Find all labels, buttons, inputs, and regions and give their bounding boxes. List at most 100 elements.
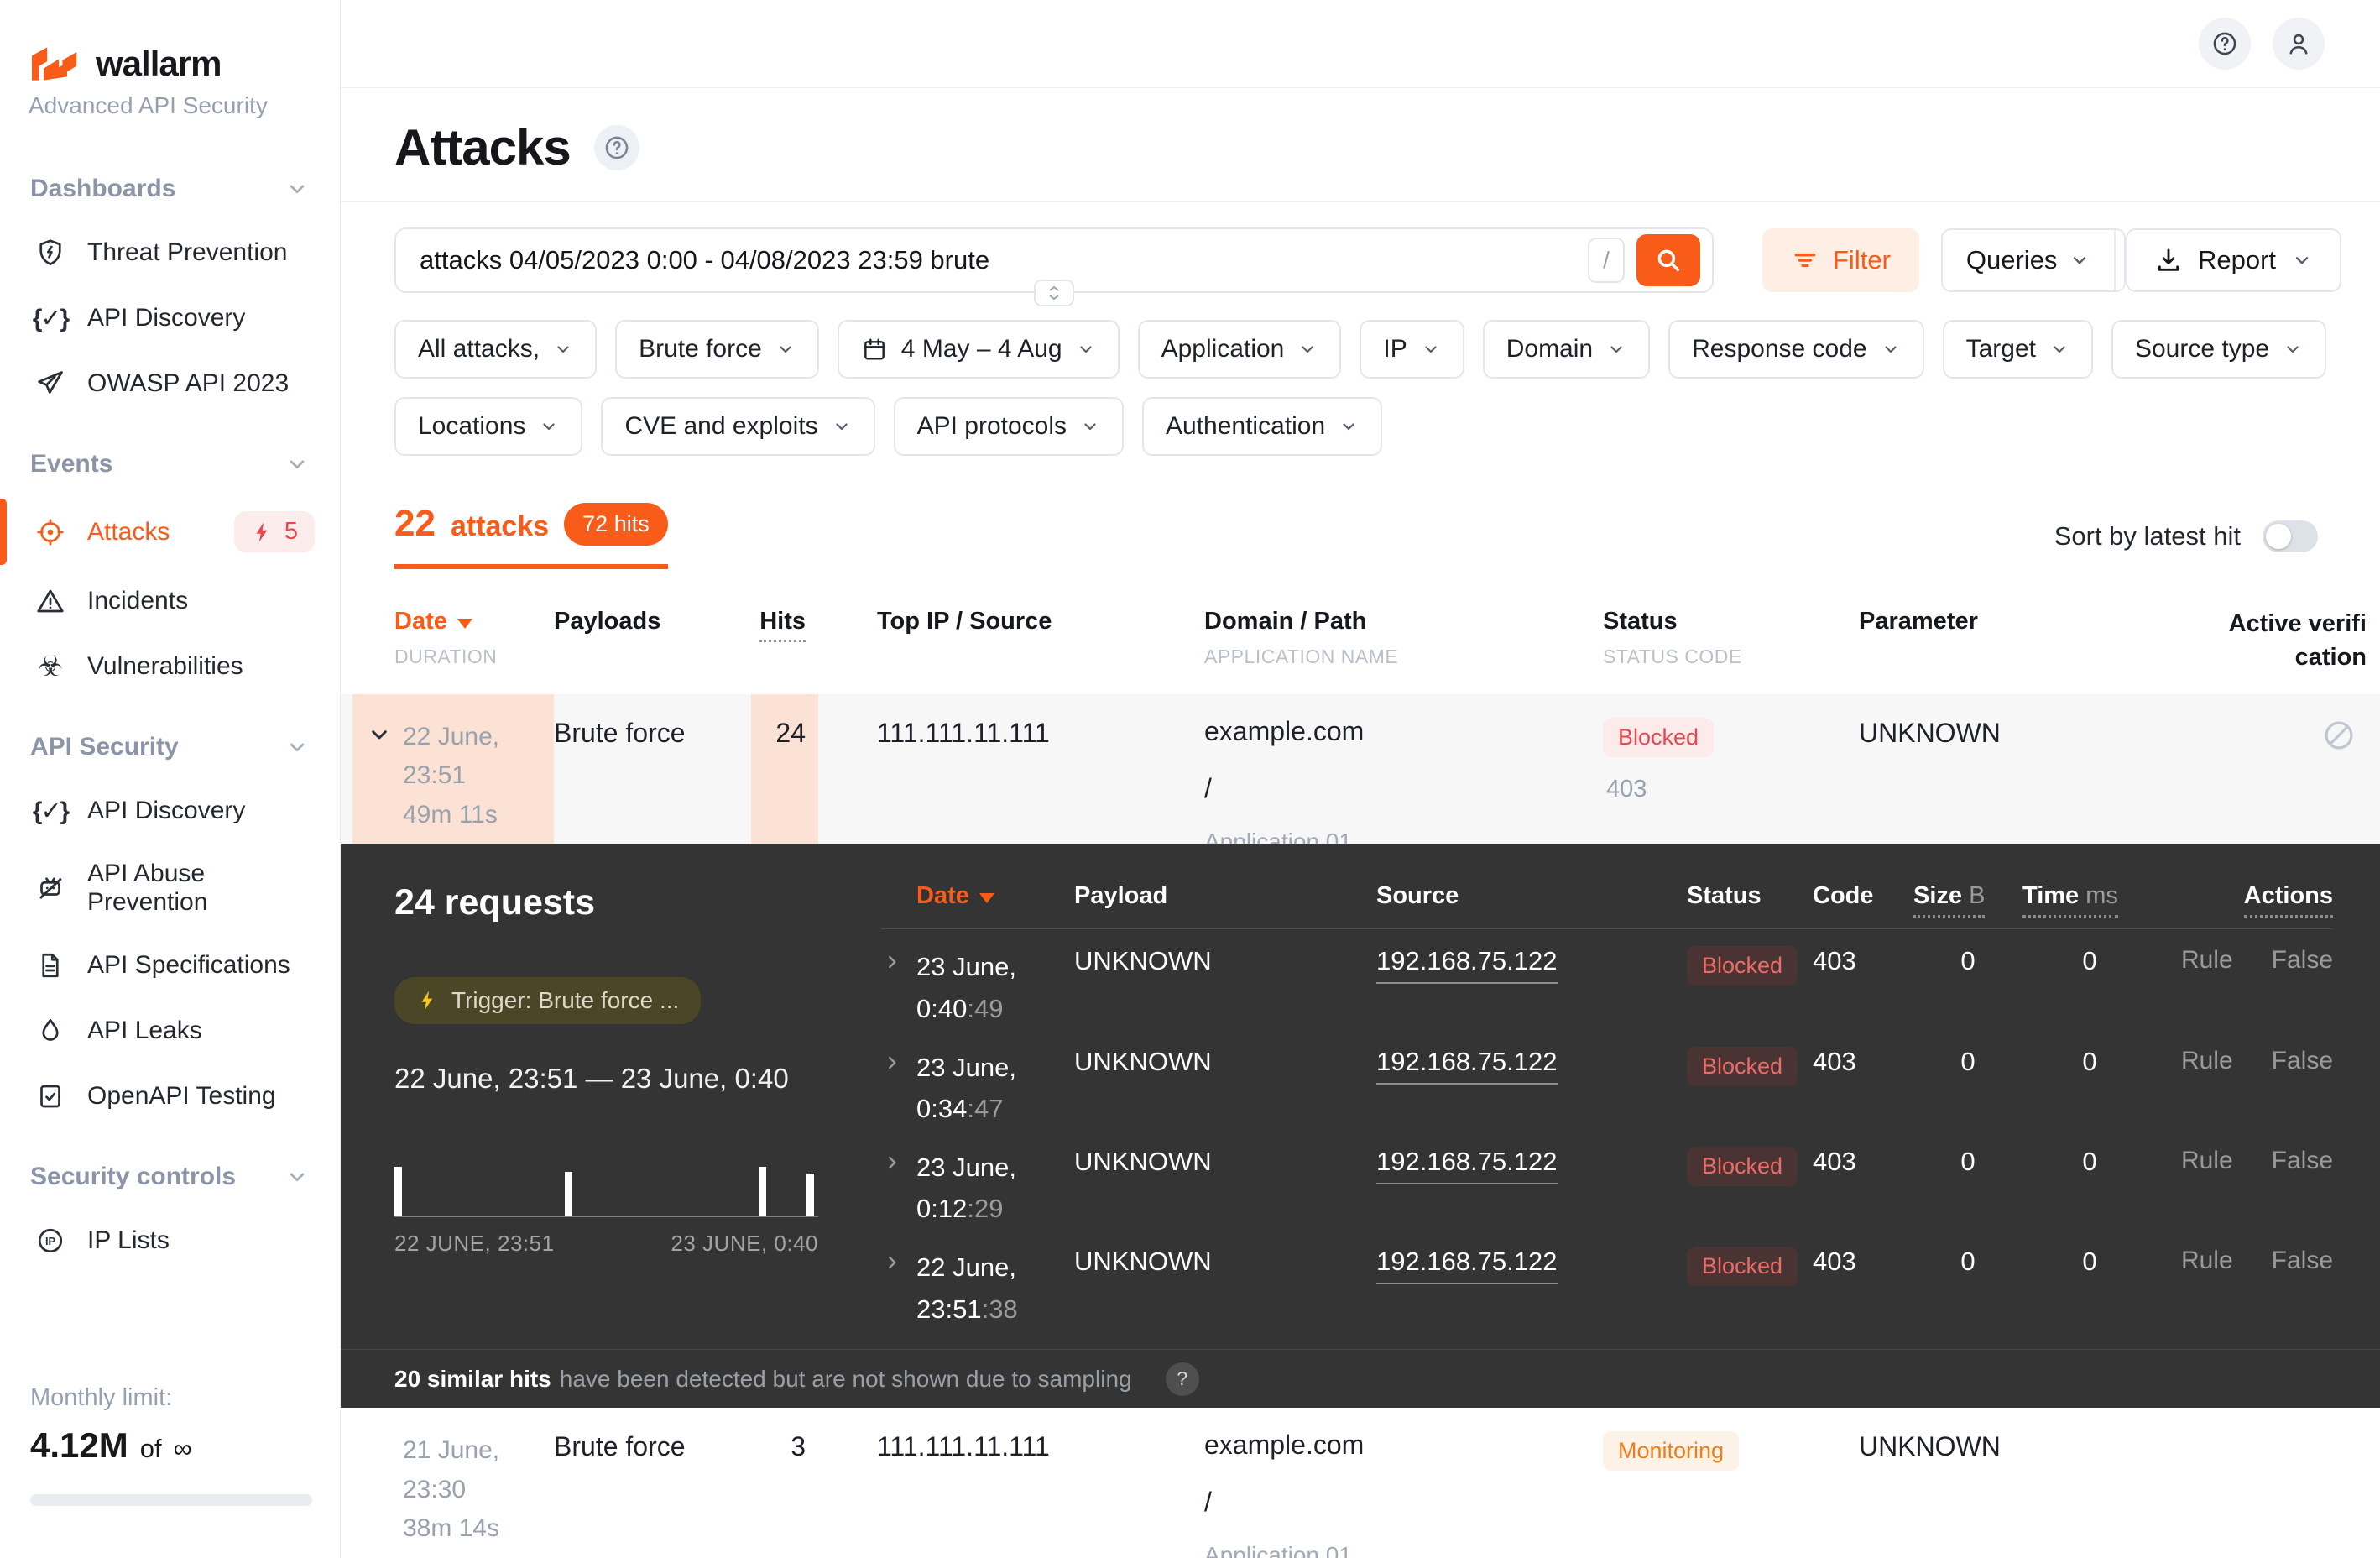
chevron-right-icon[interactable] [881, 1252, 903, 1273]
column-header-date[interactable]: Date DURATION [352, 608, 554, 688]
shield-bolt-icon [34, 236, 67, 269]
time-range: 22 June, 23:51 — 23 June, 0:40 [394, 1063, 864, 1095]
chart-baseline [394, 1216, 818, 1217]
favorite-button[interactable] [2114, 230, 2126, 290]
sidebar-item-api-abuse-prevention[interactable]: API Abuse Prevention [0, 844, 340, 933]
filter-chip-response-code[interactable]: Response code [1668, 320, 1923, 379]
attack-status: Monitoring [1603, 1408, 1859, 1558]
filter-chip-api-protocols[interactable]: API protocols [894, 397, 1124, 456]
chevron-down-icon [2283, 339, 2303, 359]
filter-chip-brute-force[interactable]: Brute force [615, 320, 819, 379]
chevron-down-icon [284, 735, 310, 760]
queries-button[interactable]: Queries [1943, 230, 2115, 290]
chevron-down-icon [1421, 339, 1441, 359]
filter-chip-ip[interactable]: IP [1360, 320, 1464, 379]
hits-column-size[interactable]: Size B [1913, 882, 2022, 910]
filter-button[interactable]: Filter [1762, 228, 1919, 292]
sidebar-item-api-leaks[interactable]: API Leaks [0, 998, 340, 1064]
topbar [341, 0, 2380, 88]
sidebar-item-attacks[interactable]: Attacks 5 [0, 495, 340, 568]
filter-chip-source-type[interactable]: Source type [2111, 320, 2326, 379]
help-button[interactable] [2199, 18, 2251, 70]
sidebar-section-api-security[interactable]: API Security [0, 711, 340, 778]
hit-payload: UNKNOWN [1074, 1047, 1376, 1077]
hits-column-status: Status [1687, 882, 1813, 910]
attack-top-ip[interactable]: 111.111.11.111 [818, 1408, 1204, 1558]
attack-hits: 24 [751, 694, 818, 854]
hit-row[interactable]: 23 June, 0:12:29 UNKNOWN 192.168.75.122 … [881, 1130, 2333, 1230]
search-input[interactable] [420, 245, 1588, 275]
sidebar-item-openapi-testing[interactable]: OpenAPI Testing [0, 1064, 340, 1129]
chart-bar [394, 1167, 402, 1216]
sort-desc-icon [979, 893, 994, 903]
sidebar-item-vulnerabilities[interactable]: ☣ Vulnerabilities [0, 634, 340, 699]
filter-chip-target[interactable]: Target [1943, 320, 2093, 379]
sidebar-item-incidents[interactable]: Incidents [0, 568, 340, 634]
hits-column-date[interactable]: Date [881, 882, 1074, 910]
sidebar-item-threat-prevention[interactable]: Threat Prevention [0, 220, 340, 285]
hit-date: 23 June, 0:34:47 [916, 1047, 1016, 1130]
hit-row[interactable]: 22 June, 23:51:38 UNKNOWN 192.168.75.122… [881, 1230, 2333, 1330]
sidebar-item-api-specifications[interactable]: API Specifications [0, 933, 340, 998]
attack-top-ip[interactable]: 111.111.11.111 [818, 694, 1204, 854]
chevron-down-icon [553, 339, 573, 359]
braces-check-icon: {✓} [34, 301, 67, 335]
sidebar-item-api-discovery[interactable]: {✓} API Discovery [0, 778, 340, 844]
sidebar-item-owasp-api-2023[interactable]: OWASP API 2023 [0, 351, 340, 416]
attack-parameter: UNKNOWN [1859, 1408, 2148, 1558]
axis-label-end: 23 JUNE, 0:40 [671, 1231, 818, 1257]
search-expander[interactable] [1034, 280, 1074, 306]
filter-chip-cve-and-exploits[interactable]: CVE and exploits [601, 397, 874, 456]
monthly-limit: Monthly limit: 4.12M of ∞ [0, 1384, 340, 1558]
filter-chip-application[interactable]: Application [1138, 320, 1342, 379]
biohazard-icon: ☣ [34, 650, 67, 683]
hit-source[interactable]: 192.168.75.122 [1376, 1047, 1687, 1077]
sidebar: wallarm Advanced API Security Dashboards… [0, 0, 341, 1558]
sidebar-item-ip-lists[interactable]: IP IP Lists [0, 1208, 340, 1273]
chevron-down-icon [1076, 339, 1096, 359]
hit-row[interactable]: 23 June, 0:34:47 UNKNOWN 192.168.75.122 … [881, 1030, 2333, 1130]
download-icon [2154, 246, 2183, 274]
sidebar-section-events[interactable]: Events [0, 428, 340, 495]
filter-chip-domain[interactable]: Domain [1483, 320, 1650, 379]
hits-column-actions[interactable]: Actions [2157, 882, 2333, 910]
attack-payload: Brute force [554, 1408, 751, 1558]
chevron-down-icon [832, 416, 852, 437]
chevron-right-icon[interactable] [881, 951, 903, 973]
monthly-limit-total: ∞ [174, 1434, 192, 1464]
profile-button[interactable] [2273, 18, 2325, 70]
trigger-badge[interactable]: Trigger: Brute force ... [394, 977, 701, 1024]
attack-row[interactable]: 22 June, 23:51 49m 11s Brute force 24 11… [341, 694, 2380, 844]
filter-chip-authentication[interactable]: Authentication [1142, 397, 1382, 456]
attacks-count-badge: 5 [234, 511, 315, 552]
sampling-help-button[interactable]: ? [1166, 1362, 1199, 1396]
attack-row[interactable]: 21 June, 23:30 38m 14s Brute force 3 111… [341, 1408, 2380, 1558]
hit-source[interactable]: 192.168.75.122 [1376, 946, 1687, 976]
sidebar-item-api-discovery[interactable]: {✓} API Discovery [0, 285, 340, 351]
chevron-down-icon [1297, 339, 1318, 359]
filter-chip-all-attacks[interactable]: All attacks, [394, 320, 597, 379]
report-button[interactable]: Report [2126, 228, 2341, 292]
chart-bar [806, 1174, 814, 1216]
sidebar-section-dashboards[interactable]: Dashboards [0, 153, 340, 220]
filter-chip-4-may-4-aug[interactable]: 4 May – 4 Aug [838, 320, 1120, 379]
hits-column-time[interactable]: Time ms [2022, 882, 2157, 910]
chevron-right-icon[interactable] [881, 1152, 903, 1174]
logo[interactable]: wallarm Advanced API Security [0, 0, 340, 119]
page-help-button[interactable] [594, 125, 639, 170]
chevron-right-icon[interactable] [881, 1052, 903, 1074]
hit-source[interactable]: 192.168.75.122 [1376, 1147, 1687, 1177]
column-header-hits[interactable]: Hits [751, 608, 818, 656]
chevron-down-icon[interactable] [366, 721, 393, 748]
search-button[interactable] [1636, 234, 1700, 286]
hit-row[interactable]: 23 June, 0:40:49 UNKNOWN 192.168.75.122 … [881, 929, 2333, 1029]
hit-actions: Rule False [2157, 1047, 2333, 1075]
filter-chip-locations[interactable]: Locations [394, 397, 582, 456]
status-badge: Blocked [1687, 1247, 1798, 1286]
warning-triangle-icon [34, 584, 67, 618]
sidebar-section-security-controls[interactable]: Security controls [0, 1141, 340, 1208]
attacks-tab[interactable]: 22 attacks 72 hits [394, 503, 668, 569]
hit-source[interactable]: 192.168.75.122 [1376, 1247, 1687, 1277]
sort-toggle[interactable] [2263, 520, 2318, 552]
hit-actions: Rule False [2157, 946, 2333, 975]
